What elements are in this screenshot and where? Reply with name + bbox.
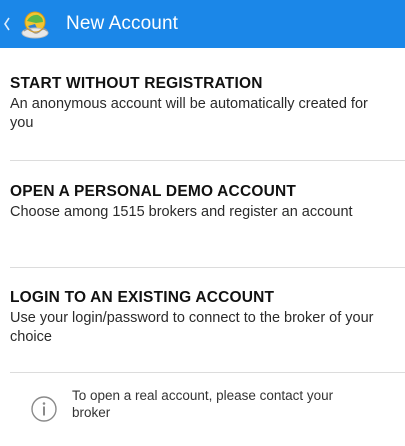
option-title: OPEN A PERSONAL DEMO ACCOUNT [10, 183, 297, 200]
option-description: Choose among 1515 brokers and register a… [10, 204, 353, 220]
start-without-registration-option[interactable]: START WITHOUT REGISTRATION An anonymous … [0, 74, 405, 133]
option-title: LOGIN TO AN EXISTING ACCOUNT [10, 289, 275, 306]
action-bar: New Account [0, 0, 405, 48]
divider [10, 160, 405, 161]
notice-text: To open a real account, please contact y… [72, 388, 334, 420]
open-demo-account-option[interactable]: OPEN A PERSONAL DEMO ACCOUNT Choose amon… [0, 182, 405, 222]
info-icon [30, 395, 58, 423]
page-title: New Account [66, 13, 178, 34]
app-logo-icon [18, 7, 52, 41]
divider [10, 372, 405, 373]
divider [10, 267, 405, 268]
real-account-notice: To open a real account, please contact y… [0, 387, 405, 437]
new-account-screen: New Account START WITHOUT REGISTRATION A… [0, 0, 405, 446]
chevron-left-icon [2, 14, 12, 34]
login-existing-account-option[interactable]: LOGIN TO AN EXISTING ACCOUNT Use your lo… [0, 288, 405, 347]
option-title: START WITHOUT REGISTRATION [10, 75, 263, 92]
option-description: An anonymous account will be automatical… [10, 96, 368, 131]
option-description: Use your login/password to connect to th… [10, 310, 374, 345]
up-navigation-button[interactable] [0, 0, 60, 48]
